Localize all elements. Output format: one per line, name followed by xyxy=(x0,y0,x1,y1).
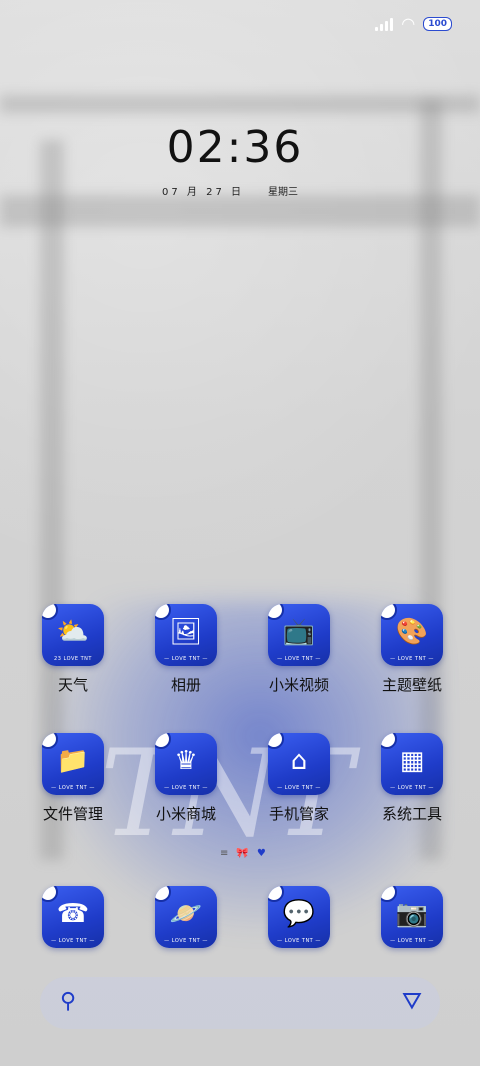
shield-icon: ⌂ — LOVE TNT — xyxy=(268,733,330,795)
crown-icon: ♛ — LOVE TNT — xyxy=(155,733,217,795)
app-label: 小米商城 xyxy=(155,805,216,823)
battery-indicator: 100 xyxy=(423,17,452,31)
app-label: 天气 xyxy=(57,676,88,694)
search-icon[interactable]: ⚲ xyxy=(60,989,76,1014)
window-shadow xyxy=(0,95,480,113)
app-camera[interactable]: 📷 — LOVE TNT — xyxy=(362,886,462,948)
page-dot: ≡ xyxy=(220,848,229,859)
bow-icon: 🎀 xyxy=(236,848,249,859)
gallery-icon: 🖼 — LOVE TNT — xyxy=(155,604,217,666)
tv-icon: 📺 — LOVE TNT — xyxy=(268,604,330,666)
app-label: 手机管家 xyxy=(268,805,329,823)
signal-icon xyxy=(375,17,394,31)
app-weather[interactable]: ⛅ 23 LOVE TNT 天气 xyxy=(23,604,123,695)
app-label: 系统工具 xyxy=(381,805,442,823)
status-bar: ◠ 100 xyxy=(375,12,452,36)
app-label: 相册 xyxy=(170,676,201,694)
assistant-icon[interactable]: ⛛ xyxy=(402,987,422,1015)
search-dock[interactable]: ⚲ ⛛ xyxy=(40,977,440,1029)
palette-icon: 🎨 — LOVE TNT — xyxy=(381,604,443,666)
clock-date: 07 月 27 日 xyxy=(162,187,244,198)
messages-icon: 💬 — LOVE TNT — xyxy=(268,886,330,948)
weather-icon: ⛅ 23 LOVE TNT xyxy=(42,604,104,666)
app-system-tools[interactable]: ▦ — LOVE TNT — 系统工具 xyxy=(362,733,462,824)
browser-icon: 🪐 — LOVE TNT — xyxy=(155,886,217,948)
phone-icon: ☎ — LOVE TNT — xyxy=(42,886,104,948)
app-file-manager[interactable]: 📁 — LOVE TNT — 文件管理 xyxy=(23,733,123,824)
clock-time[interactable]: 02:36 xyxy=(0,122,470,173)
app-security[interactable]: ⌂ — LOVE TNT — 手机管家 xyxy=(249,733,349,824)
heart-icon: ♥ xyxy=(256,848,266,859)
app-gallery[interactable]: 🖼 — LOVE TNT — 相册 xyxy=(136,604,236,695)
app-label: 小米视频 xyxy=(268,676,329,694)
app-themes[interactable]: 🎨 — LOVE TNT — 主题壁纸 xyxy=(362,604,462,695)
toolbox-icon: ▦ — LOVE TNT — xyxy=(381,733,443,795)
app-browser[interactable]: 🪐 — LOVE TNT — xyxy=(136,886,236,948)
window-shadow xyxy=(0,195,480,227)
app-label: 文件管理 xyxy=(42,805,103,823)
app-video[interactable]: 📺 — LOVE TNT — 小米视频 xyxy=(249,604,349,695)
clock-weekday: 星期三 xyxy=(268,187,298,198)
app-mi-store[interactable]: ♛ — LOVE TNT — 小米商城 xyxy=(136,733,236,824)
app-label: 主题壁纸 xyxy=(381,676,442,694)
camera-icon: 📷 — LOVE TNT — xyxy=(381,886,443,948)
app-phone[interactable]: ☎ — LOVE TNT — xyxy=(23,886,123,948)
wifi-icon: ◠ xyxy=(401,14,416,33)
app-messages[interactable]: 💬 — LOVE TNT — xyxy=(249,886,349,948)
page-indicator[interactable]: ≡ 🎀 ♥ xyxy=(220,848,266,859)
folder-icon: 📁 — LOVE TNT — xyxy=(42,733,104,795)
